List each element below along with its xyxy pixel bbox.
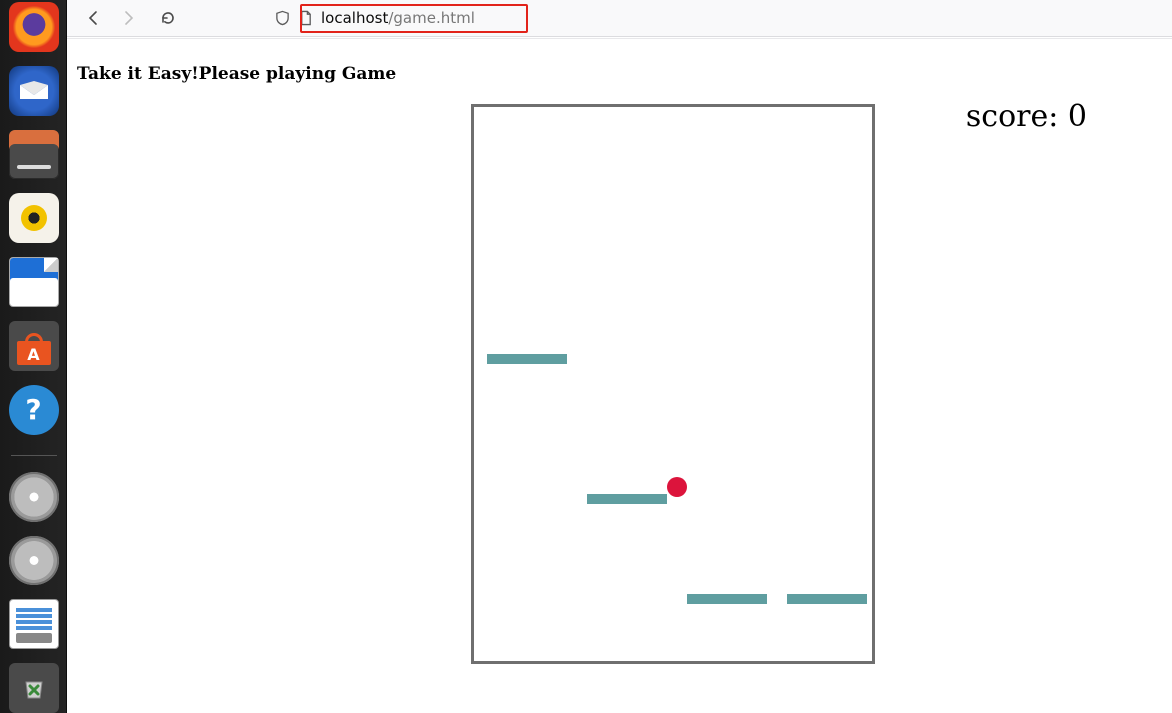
help-icon[interactable]: ? [9, 385, 59, 435]
browser-toolbar: localhost/game.html [67, 0, 1172, 37]
rhythmbox-icon[interactable] [9, 193, 59, 243]
address-bar[interactable]: localhost/game.html [267, 3, 475, 33]
ubuntu-software-icon[interactable] [9, 321, 59, 371]
trash-icon[interactable] [9, 663, 59, 713]
score-label: score: [966, 99, 1068, 134]
ubuntu-dock: ? [0, 0, 67, 713]
platform-2 [687, 594, 767, 604]
disk2-icon[interactable] [9, 536, 59, 586]
platform-3 [787, 594, 867, 604]
url-host: localhost [321, 9, 388, 27]
score-display: score: 0 [966, 99, 1087, 134]
libreoffice-writer-icon[interactable] [9, 257, 59, 307]
player-ball [667, 477, 687, 497]
score-value: 0 [1068, 99, 1087, 134]
platform-0 [487, 354, 567, 364]
platform-1 [587, 494, 667, 504]
game-canvas[interactable] [471, 104, 875, 664]
text-editor-icon[interactable] [9, 599, 59, 649]
page-heading: Take it Easy!Please playing Game [77, 64, 396, 84]
page-content: Take it Easy!Please playing Game score: … [67, 39, 1172, 713]
url-text: localhost/game.html [321, 9, 475, 27]
url-path: /game.html [388, 9, 475, 27]
dock-separator [11, 455, 57, 456]
address-icons [267, 10, 321, 26]
page-icon [298, 10, 313, 26]
thunderbird-icon[interactable] [9, 66, 59, 116]
toolbar-divider [67, 36, 1172, 37]
help-glyph: ? [25, 393, 41, 426]
back-button[interactable] [79, 3, 109, 33]
forward-button[interactable] [113, 3, 143, 33]
reload-button[interactable] [153, 3, 183, 33]
disk1-icon[interactable] [9, 472, 59, 522]
files-icon[interactable] [9, 130, 59, 180]
firefox-icon[interactable] [9, 2, 59, 52]
shield-icon [275, 10, 290, 26]
